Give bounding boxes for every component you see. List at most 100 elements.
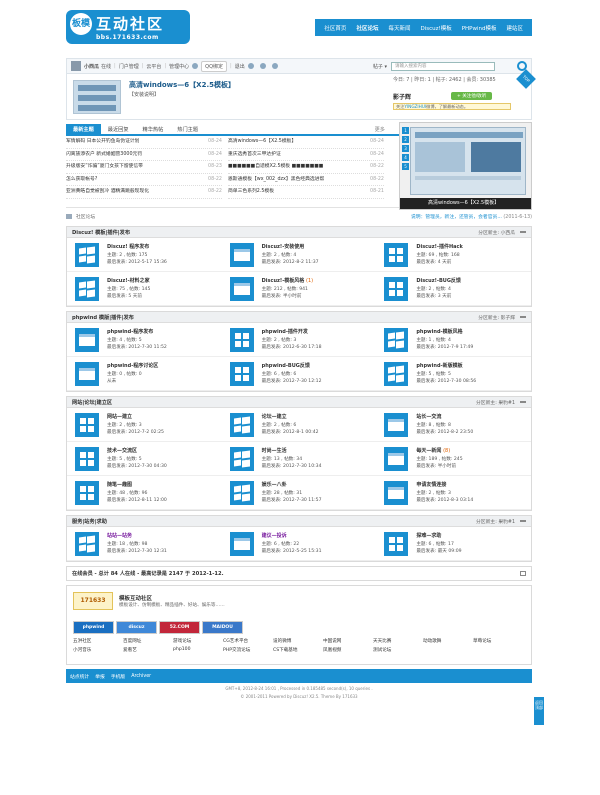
tab-digest[interactable]: 精华热帖 — [136, 124, 171, 134]
forum-last-post[interactable]: 最后发表: 5 天前 — [107, 293, 142, 299]
breadcrumb-current[interactable]: 社区论坛 — [76, 213, 95, 220]
forum-item[interactable]: phpwind-程序发布 主题: 4 , 帖数: 5 最后发表: 2012-7-… — [67, 323, 222, 357]
follow-button[interactable]: + 关注他/收听 — [451, 92, 493, 100]
list-item[interactable]: 恩斯通模板【wx_002_dzx】黑色经典选进帮 08-22 — [228, 174, 384, 186]
forum-name[interactable]: phpwind-新版模板 — [416, 362, 462, 369]
notification-icon[interactable] — [271, 63, 278, 69]
forum-item[interactable]: 时尚—生活 主题: 13 , 帖数: 34 最后发表: 2012-7-30 10… — [221, 442, 377, 476]
forum-item[interactable]: phpwind-新版模板 主题: 5 , 帖数: 5 最后发表: 2012-7-… — [376, 357, 531, 391]
forum-name[interactable]: 娱乐—八卦 — [262, 481, 287, 488]
site-logo[interactable]: 板模 互动社区 bbs.171633.com — [66, 10, 190, 44]
forum-item[interactable]: Discuz!-BUG反馈 主题: 2 , 帖数: 4 最后发表: 3 天前 — [376, 272, 531, 306]
forum-name[interactable]: 论坛—建立 — [262, 413, 287, 420]
forum-last-post[interactable]: 最后发表: 2012-5-25 15:31 — [262, 548, 322, 554]
search-input[interactable]: 请输入搜索内容 — [391, 61, 495, 71]
logout-link[interactable]: 退出 — [235, 63, 245, 70]
forum-last-post[interactable]: 最后发表: 2012-8-11 12:00 — [107, 497, 167, 503]
forum-last-post[interactable]: 从未 — [107, 378, 116, 384]
online-status[interactable]: 在线 — [101, 63, 111, 70]
forum-item[interactable]: Discuz!-模板风格 (1) 主题: 212 , 帖数: 941 最后发表:… — [221, 272, 377, 306]
forum-name[interactable]: Discuz!-模板风格 (1) — [262, 277, 313, 284]
forum-name[interactable]: Discuz!-材料之家 — [107, 277, 150, 284]
slide-number[interactable]: 2 — [402, 136, 409, 143]
tabs-more-link[interactable]: 更多 — [368, 124, 392, 134]
list-item[interactable]: 怎么获取帐号? 08-22 — [66, 174, 222, 186]
section-header[interactable]: 服务|站务|求助 分区新主: 果豹#1 — [67, 516, 531, 527]
forum-item[interactable]: 建议—投诉 主题: 6 , 帖数: 22 最后发表: 2012-5-25 15:… — [221, 527, 377, 561]
featured-subtitle[interactable]: 【安装说明】 — [129, 91, 159, 98]
collapse-icon[interactable] — [520, 520, 526, 522]
list-item[interactable]: 亚洲黄皓自觉被刮冷 酒精满跳般现现化 08-22 — [66, 186, 222, 199]
forum-name[interactable]: 每天—新闻 (8) — [416, 447, 450, 454]
forum-last-post[interactable]: 最后发表: 2012-7-30 11:57 — [262, 497, 322, 503]
nav-item[interactable]: PHPwind模板 — [457, 24, 502, 32]
settings-icon[interactable] — [247, 63, 254, 69]
forum-item[interactable]: 论坛—建立 主题: 2 , 帖数: 6 最后发表: 2012-8-1 00:42 — [221, 408, 377, 442]
section-title[interactable]: phpwind 模版|插件|发布 — [72, 314, 134, 321]
text-link[interactable]: 动动歌舞 — [423, 638, 473, 644]
tab-hot[interactable]: 热门主题 — [170, 124, 205, 134]
image-slideshow[interactable]: 1 2 3 4 5 高清windows—6【X2.5模板】 — [399, 122, 532, 210]
avatar[interactable] — [71, 61, 81, 71]
list-item[interactable]: 重庆选秀首次三甲达护证 08-24 — [228, 149, 384, 161]
window-icon[interactable] — [384, 447, 409, 471]
window-icon[interactable] — [384, 481, 409, 505]
windows-logo-icon[interactable] — [384, 328, 409, 352]
list-item[interactable]: 简单三色系列2.5模板 08-21 — [228, 186, 384, 199]
forum-last-post[interactable]: 最后发表: 2012-8-3 03:14 — [416, 497, 473, 503]
forum-item[interactable]: 站站—站务 主题: 18 , 帖数: 98 最后发表: 2012-7-30 12… — [67, 527, 222, 561]
forum-last-post[interactable]: 最后发表: 2012-7-30 12:12 — [262, 378, 322, 384]
forum-last-post[interactable]: 最后发表: 2012-5-17 15:36 — [107, 259, 167, 265]
forum-item[interactable]: 随笔—趣图 主题: 48 , 帖数: 96 最后发表: 2012-8-11 12… — [67, 476, 222, 510]
forum-last-post[interactable]: 最后发表: 2012-7-30 10:34 — [262, 463, 322, 469]
logo-link[interactable]: MAIDOU — [202, 621, 243, 634]
windows-logo-icon[interactable] — [75, 277, 99, 301]
nav-item[interactable]: 社区论坛 — [351, 24, 383, 32]
search-type-select[interactable]: 帖子 ▾ — [373, 63, 387, 70]
forum-name[interactable]: Discuz!-安装使用 — [262, 243, 305, 250]
back-to-top-button[interactable]: 返回顶部 — [534, 697, 544, 725]
window-icon[interactable] — [75, 328, 99, 352]
featured-thumbnail[interactable] — [73, 80, 121, 114]
forum-last-post[interactable]: 最后发表: 2012-7-30 11:52 — [107, 344, 167, 350]
forum-last-post[interactable]: 最后发表: 2012-7-30 12:31 — [107, 548, 167, 554]
windows-logo-icon[interactable] — [384, 243, 409, 267]
forum-name[interactable]: phpwind-BUG反馈 — [262, 362, 310, 369]
windows-logo-icon[interactable] — [229, 413, 254, 437]
forum-name[interactable]: 网站—建立 — [107, 413, 132, 420]
slide-number[interactable]: 5 — [402, 163, 409, 170]
user-menu-item[interactable]: 门户管理 — [119, 63, 139, 70]
forum-item[interactable]: 站长—交流 主题: 8 , 帖数: 8 最后发表: 2012-8-2 23:50 — [376, 408, 531, 442]
forum-last-post[interactable]: 最后发表: 2012-7-30 08:56 — [416, 378, 476, 384]
windows-logo-icon[interactable] — [75, 532, 99, 556]
text-link[interactable]: CS下载基地 — [273, 647, 323, 653]
text-link[interactable]: 百度网址 — [123, 638, 173, 644]
window-icon[interactable] — [229, 243, 254, 267]
user-menu-item[interactable]: 管理中心 — [169, 63, 189, 70]
nav-item[interactable]: Discuz!模板 — [415, 24, 456, 32]
text-link[interactable]: 草莓论坛 — [473, 638, 523, 644]
section-moderator[interactable]: 分区新主: 果豹#1 — [476, 399, 515, 406]
window-icon[interactable] — [384, 413, 409, 437]
window-icon[interactable] — [75, 362, 99, 386]
slide-image[interactable] — [410, 127, 526, 195]
forum-name[interactable]: 申请友情连接 — [416, 481, 446, 488]
qq-bind-button[interactable]: QQ绑定 — [201, 60, 228, 72]
forum-name[interactable]: phpwind-插件开发 — [262, 328, 308, 335]
nav-item[interactable]: 建站区 — [501, 24, 528, 32]
forum-name[interactable]: Discuz! 程序发布 — [107, 243, 149, 250]
text-link[interactable]: 凤凰视频 — [323, 647, 373, 653]
forum-last-post[interactable]: 最后发表: 2012-6-30 17:18 — [262, 344, 322, 350]
tab-replies[interactable]: 最近回复 — [101, 124, 136, 134]
forum-last-post[interactable]: 最后发表: 2012-8-2 23:50 — [416, 429, 473, 435]
mail-icon[interactable] — [259, 63, 266, 69]
forum-item[interactable]: Discuz!-安装使用 主题: 2 , 帖数: 4 最后发表: 2012-8-… — [221, 238, 377, 272]
calendar-icon[interactable] — [520, 571, 526, 576]
forum-item[interactable]: Discuz!-插件Hack 主题: 69 , 帖数: 168 最后发表: 4 … — [376, 238, 531, 272]
forum-item[interactable]: phpwind-模板风格 主题: 1 , 帖数: 4 最后发表: 2012-7-… — [376, 323, 531, 357]
windows-logo-icon[interactable] — [75, 243, 99, 267]
windows-logo-icon[interactable] — [384, 277, 409, 301]
list-item[interactable]: 军情解码 日本公开钓鱼岛伪证计划 08-24 — [66, 136, 222, 149]
forum-last-post[interactable]: 最后发表: 2012-7-30 04:30 — [107, 463, 167, 469]
weibo-link[interactable]: YINGZIHUI — [404, 104, 426, 109]
